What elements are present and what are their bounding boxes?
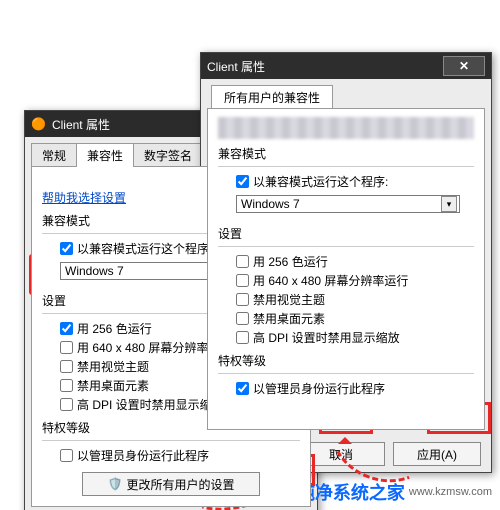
lbl-640-front: 用 640 x 480 屏幕分辨率运行 xyxy=(253,272,408,289)
brand-name: 纯净系统之家 xyxy=(297,479,405,505)
group-priv-front: 特权等级 xyxy=(218,352,474,369)
chk-runcompat-back[interactable] xyxy=(60,242,73,255)
btn-apply-front[interactable]: 应用(A) xyxy=(393,442,481,466)
lbl-desktop-front: 禁用桌面元素 xyxy=(253,310,325,327)
tab-compat[interactable]: 兼容性 xyxy=(76,143,134,167)
blurred-path xyxy=(218,117,474,139)
group-compat-front: 兼容模式 xyxy=(218,145,474,162)
dd-os-front-value: Windows 7 xyxy=(241,197,300,211)
lbl-theme-back: 禁用视觉主题 xyxy=(77,358,149,375)
tab-digsig[interactable]: 数字签名 xyxy=(133,143,203,167)
chk-theme-front[interactable] xyxy=(236,293,249,306)
chk-256-front[interactable] xyxy=(236,255,249,268)
lbl-admin-front: 以管理员身份运行此程序 xyxy=(253,380,385,397)
tab-general[interactable]: 常规 xyxy=(31,143,77,167)
lbl-dpi-front: 高 DPI 设置时禁用显示缩放 xyxy=(253,329,400,346)
lbl-runcompat-front: 以兼容模式运行这个程序: xyxy=(253,173,388,190)
chk-desktop-back[interactable] xyxy=(60,379,73,392)
chk-admin-back[interactable] xyxy=(60,449,73,462)
group-settings-front: 设置 xyxy=(218,225,474,242)
chevron-down-icon: ▾ xyxy=(441,196,457,212)
titlebar-front[interactable]: Client 属性 ✕ xyxy=(201,53,491,79)
dd-os-front[interactable]: Windows 7 ▾ xyxy=(236,195,460,213)
chk-runcompat-front[interactable] xyxy=(236,175,249,188)
titlebar-front-title: Client 属性 xyxy=(207,58,443,75)
dd-os-back-value: Windows 7 xyxy=(65,264,124,278)
titlebar-back-icon: 🟠 xyxy=(31,117,46,131)
lbl-dpi-back: 高 DPI 设置时禁用显示缩放 xyxy=(77,396,224,413)
chk-theme-back[interactable] xyxy=(60,360,73,373)
lbl-theme-front: 禁用视觉主题 xyxy=(253,291,325,308)
brand-url: www.kzmsw.com xyxy=(409,486,492,498)
chk-dpi-front[interactable] xyxy=(236,331,249,344)
chk-640-back[interactable] xyxy=(60,341,73,354)
chk-admin-front[interactable] xyxy=(236,382,249,395)
chk-desktop-front[interactable] xyxy=(236,312,249,325)
tab-page-front: 兼容模式 以兼容模式运行这个程序: Windows 7 ▾ 设置 用 256 色… xyxy=(207,108,485,430)
window-front: Client 属性 ✕ 所有用户的兼容性 兼容模式 以兼容模式运行这个程序: W… xyxy=(200,52,492,473)
close-icon[interactable]: ✕ xyxy=(443,56,485,76)
lbl-runcompat-back: 以兼容模式运行这个程序: xyxy=(77,240,212,257)
help-link[interactable]: 帮助我选择设置 xyxy=(42,191,126,205)
lbl-256-back: 用 256 色运行 xyxy=(77,320,152,337)
lbl-desktop-back: 禁用桌面元素 xyxy=(77,377,149,394)
chk-dpi-back[interactable] xyxy=(60,398,73,411)
lbl-admin-back: 以管理员身份运行此程序 xyxy=(77,447,209,464)
chk-256color-back[interactable] xyxy=(60,322,73,335)
lbl-256-front: 用 256 色运行 xyxy=(253,253,328,270)
tab-allusers-compat[interactable]: 所有用户的兼容性 xyxy=(211,85,333,109)
chk-640-front[interactable] xyxy=(236,274,249,287)
annot-arrowhead-2 xyxy=(338,430,352,444)
shield-icon: 🛡️ xyxy=(108,477,123,491)
btn-allusers-back[interactable]: 🛡️ 更改所有用户的设置 xyxy=(82,472,260,496)
